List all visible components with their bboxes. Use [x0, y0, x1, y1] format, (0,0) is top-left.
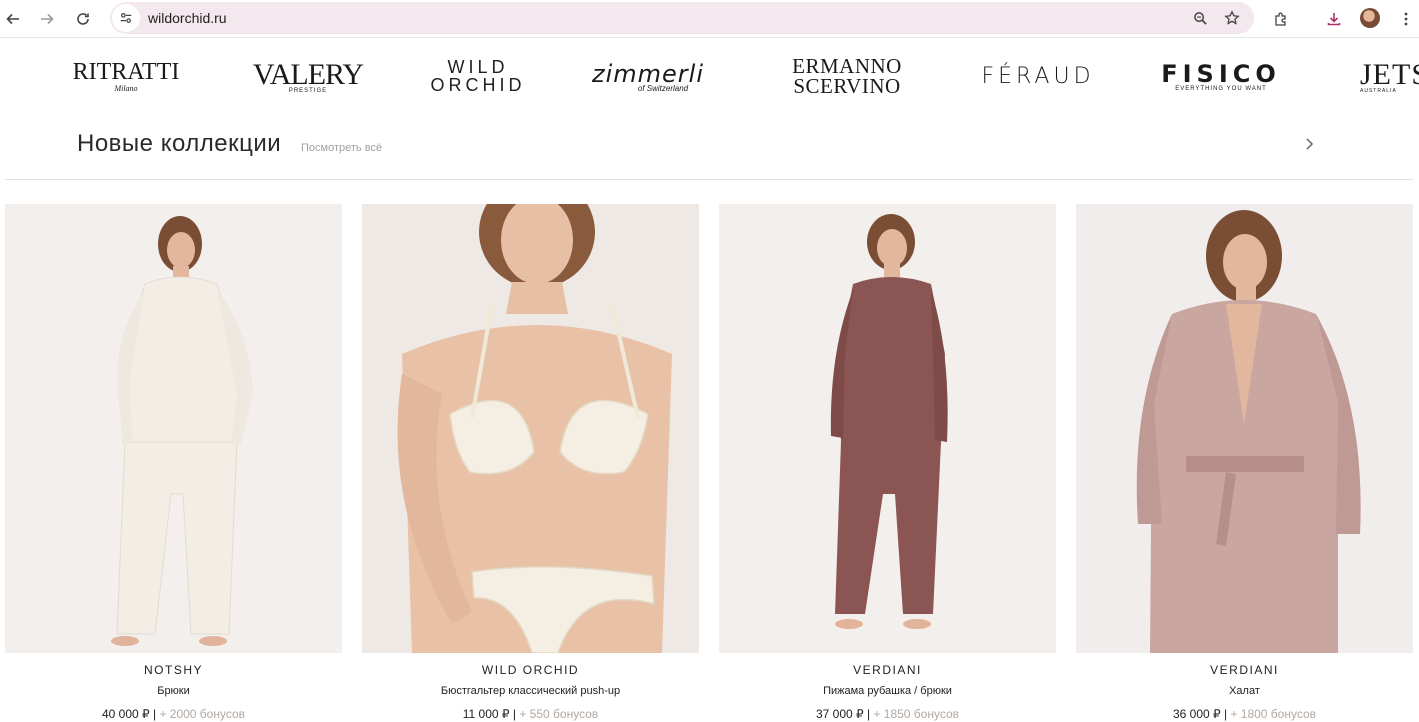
- new-collections-header: Новые коллекции Посмотреть всё: [5, 126, 1413, 180]
- product-price: 37 000 ₽: [815, 707, 864, 721]
- zoom-icon[interactable]: [1188, 6, 1212, 30]
- url-text[interactable]: wildorchid.ru: [148, 10, 227, 26]
- product-price-line: 37 000 ₽ | + 1850 бонусов: [719, 707, 1056, 721]
- forward-arrow-icon[interactable]: [34, 6, 60, 32]
- product-image[interactable]: [719, 204, 1056, 653]
- brand-logo-valery[interactable]: VALERY PRESTIGE: [250, 44, 366, 108]
- product-bonus: + 550 бонусов: [519, 707, 599, 721]
- back-arrow-icon[interactable]: [0, 6, 26, 32]
- price-separator: |: [863, 707, 874, 721]
- product-card[interactable]: VERDIANI Халат 36 000 ₽ | + 1800 бонусов: [1076, 204, 1413, 721]
- extensions-puzzle-icon[interactable]: [1268, 6, 1294, 32]
- brand-logo-subtext: PRESTIGE: [288, 88, 328, 94]
- price-separator: |: [509, 707, 520, 721]
- product-price: 36 000 ₽: [1172, 707, 1221, 721]
- product-price-line: 40 000 ₽ | + 2000 бонусов: [5, 707, 342, 721]
- product-price: 40 000 ₽: [101, 707, 150, 721]
- address-bar[interactable]: wildorchid.ru: [110, 2, 1254, 34]
- brand-logo-ermanno-scervino[interactable]: ERMANNO SCERVINO: [776, 44, 918, 108]
- product-name[interactable]: Халат: [1076, 685, 1413, 697]
- brand-logo-text: RITRATTI: [72, 59, 180, 85]
- price-separator: |: [149, 707, 160, 721]
- brand-logo-text-line2: ORCHID: [430, 75, 526, 95]
- more-menu-icon[interactable]: [1393, 6, 1419, 32]
- brand-logo-jets[interactable]: JETS AUSTRALIA: [1360, 44, 1419, 108]
- product-bonus: + 1800 бонусов: [1230, 707, 1317, 721]
- price-separator: |: [1220, 707, 1231, 721]
- product-brand: WILD ORCHID: [481, 663, 580, 677]
- product-bonus: + 2000 бонусов: [159, 707, 246, 721]
- view-all-link[interactable]: Посмотреть всё: [301, 142, 382, 154]
- product-image[interactable]: [1076, 204, 1413, 653]
- section-title: Новые коллекции: [77, 130, 282, 157]
- product-price-line: 11 000 ₽ | + 550 бонусов: [362, 707, 699, 721]
- brand-logo-wild-orchid[interactable]: WILD ORCHID: [428, 44, 528, 108]
- brand-logo-subtext: Milano: [114, 84, 138, 93]
- download-icon[interactable]: [1321, 6, 1347, 32]
- product-carousel: NOTSHY Брюки 40 000 ₽ | + 2000 бонусов W…: [5, 204, 1413, 722]
- brand-logo-subtext: AUSTRALIA: [1360, 88, 1397, 94]
- product-brand: VERDIANI: [853, 663, 922, 677]
- brand-logo-text: FISICO: [1161, 60, 1281, 88]
- brand-logo-text: FÉRAUD: [981, 63, 1095, 89]
- brand-logo-text: VALERY: [252, 58, 364, 91]
- brand-logo-subtext: EVERYTHING YOU WANT: [1175, 86, 1267, 92]
- product-brand: VERDIANI: [1210, 663, 1279, 677]
- brand-logo-text-line2: SCERVINO: [793, 74, 901, 98]
- brand-logo-subtext: of Switzerland: [637, 83, 689, 93]
- product-card[interactable]: WILD ORCHID Бюстгальтер классический pus…: [362, 204, 699, 721]
- chevron-right-icon[interactable]: [1301, 136, 1317, 152]
- product-price: 11 000 ₽: [462, 707, 510, 721]
- brand-logo-feraud[interactable]: FÉRAUD: [981, 44, 1090, 108]
- brand-logo-text: JETS: [1360, 58, 1419, 91]
- product-card[interactable]: VERDIANI Пижама рубашка / брюки 37 000 ₽…: [719, 204, 1056, 721]
- product-image[interactable]: [362, 204, 699, 653]
- bookmark-star-icon[interactable]: [1220, 6, 1244, 30]
- brand-logo-text: ERMANNO: [792, 54, 902, 78]
- product-bonus: + 1850 бонусов: [873, 707, 960, 721]
- brand-logo-fisico[interactable]: FISICO EVERYTHING YOU WANT: [1148, 44, 1294, 108]
- reload-icon[interactable]: [70, 6, 96, 32]
- brand-strip: RITRATTI Milano VALERY PRESTIGE WILD ORC…: [0, 44, 1419, 108]
- brand-logo-zimmerli[interactable]: zimmerli of Switzerland: [588, 44, 708, 108]
- profile-avatar[interactable]: [1360, 8, 1380, 28]
- product-card[interactable]: NOTSHY Брюки 40 000 ₽ | + 2000 бонусов: [5, 204, 342, 721]
- product-name[interactable]: Бюстгальтер классический push-up: [362, 685, 699, 697]
- product-name[interactable]: Пижама рубашка / брюки: [719, 685, 1056, 697]
- brand-logo-text: WILD: [447, 57, 509, 77]
- site-settings-icon[interactable]: [112, 4, 140, 32]
- product-image[interactable]: [5, 204, 342, 653]
- product-price-line: 36 000 ₽ | + 1800 бонусов: [1076, 707, 1413, 721]
- product-name[interactable]: Брюки: [5, 685, 342, 697]
- product-brand: NOTSHY: [143, 663, 203, 677]
- browser-toolbar: wildorchid.ru: [0, 0, 1419, 38]
- brand-logo-ritratti[interactable]: RITRATTI Milano: [66, 44, 186, 108]
